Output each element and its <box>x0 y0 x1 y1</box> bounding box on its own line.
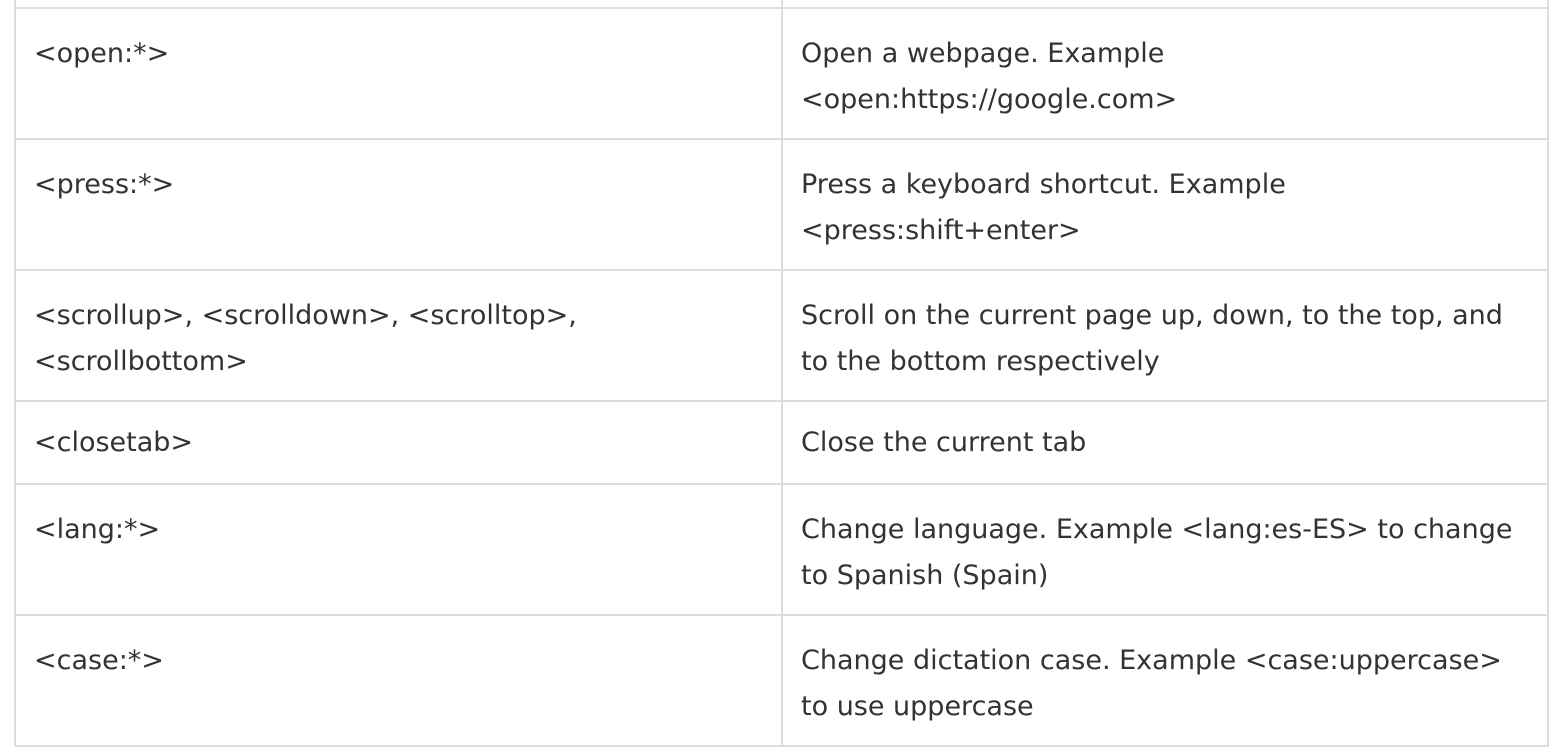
table-row: <case:*> Change dictation case. Example … <box>14 614 1549 747</box>
table-row: <closetab> Close the current tab <box>14 400 1549 485</box>
page: { "table": { "rows": [ {"command": "", "… <box>0 0 1562 747</box>
description-cell: Press a keyboard shortcut. Example <pres… <box>781 138 1549 271</box>
table-row: <scrollup>, <scrolldown>, <scrolltop>, <… <box>14 269 1549 402</box>
command-cell: <lang:*> <box>14 483 783 616</box>
description-cell: Scroll on the current page up, down, to … <box>781 269 1549 402</box>
commands-table: <open:*> Open a webpage. Example <open:h… <box>14 0 1549 747</box>
table-row: <lang:*> Change language. Example <lang:… <box>14 483 1549 616</box>
description-cell: Open a webpage. Example <open:https://go… <box>781 7 1549 140</box>
table-row: <open:*> Open a webpage. Example <open:h… <box>14 7 1549 140</box>
command-cell: <case:*> <box>14 614 783 747</box>
command-cell: <closetab> <box>14 400 783 485</box>
command-cell: <press:*> <box>14 138 783 271</box>
table-row: <press:*> Press a keyboard shortcut. Exa… <box>14 138 1549 271</box>
description-cell: Close the current tab <box>781 400 1549 485</box>
command-cell <box>14 0 783 9</box>
table-row <box>14 0 1549 9</box>
description-cell: Change dictation case. Example <case:upp… <box>781 614 1549 747</box>
command-cell: <open:*> <box>14 7 783 140</box>
description-cell: Change language. Example <lang:es-ES> to… <box>781 483 1549 616</box>
description-cell <box>781 0 1549 9</box>
command-cell: <scrollup>, <scrolldown>, <scrolltop>, <… <box>14 269 783 402</box>
